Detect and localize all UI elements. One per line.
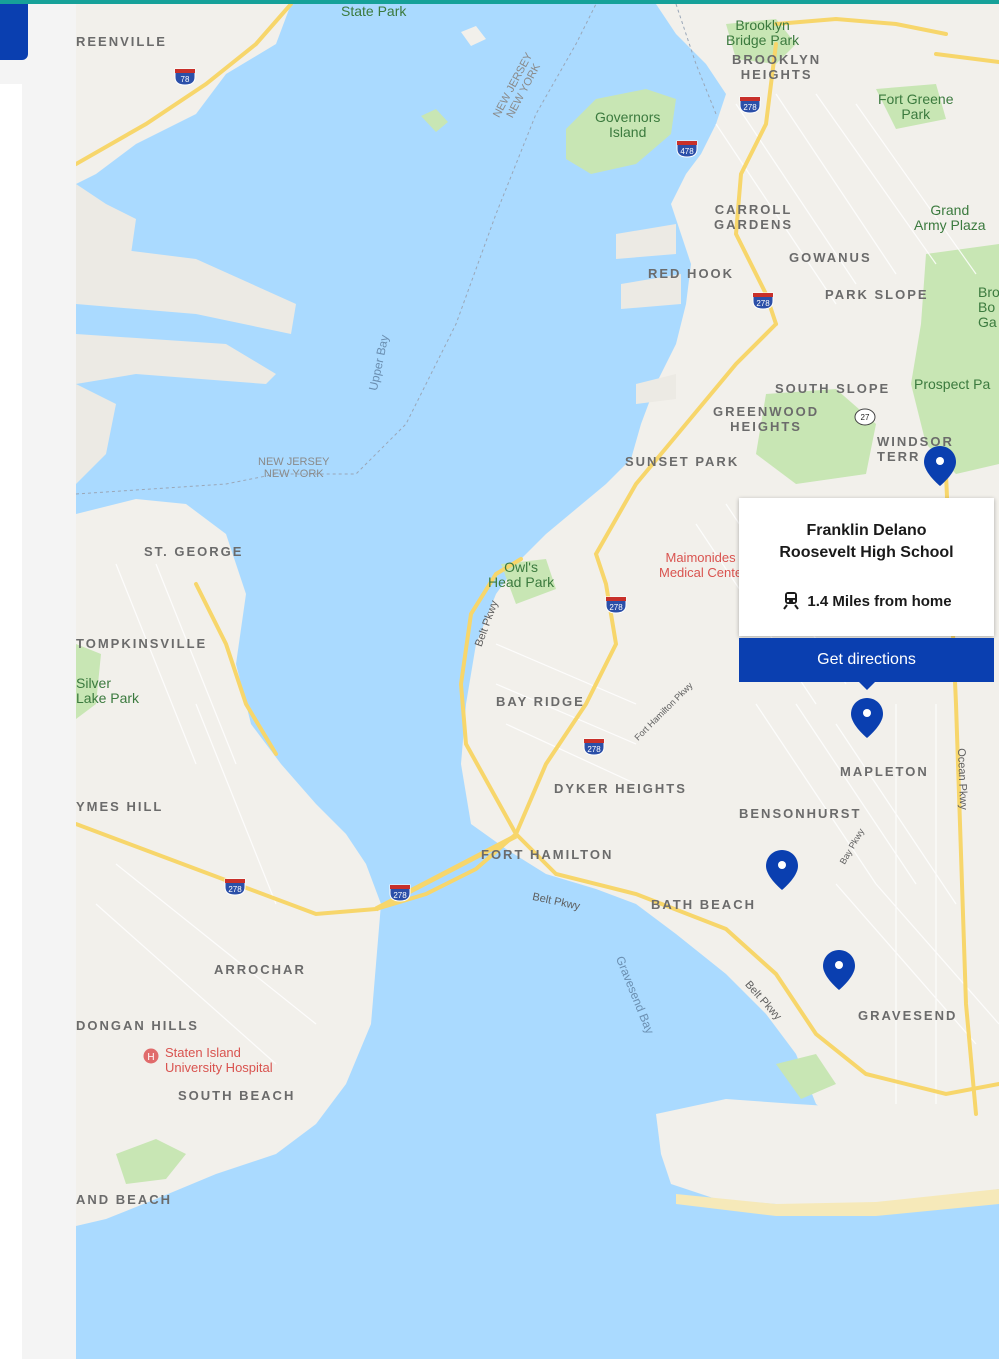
label-brooklyn-heights: BROOKLYN HEIGHTS — [732, 52, 822, 82]
label-dyker-heights: DYKER HEIGHTS — [554, 781, 687, 796]
label-prospect-park: Prospect Pa — [914, 376, 991, 392]
label-greenwood-heights: GREENWOOD HEIGHTS — [713, 404, 820, 434]
svg-text:278: 278 — [756, 299, 770, 308]
label-carroll-gardens: CARROLL GARDENS — [714, 202, 794, 232]
sidebar-panel — [0, 84, 22, 1359]
highway-shield-278: 278 — [739, 96, 761, 114]
label-dongan-hills: DONGAN HILLS — [76, 1018, 199, 1033]
label-owls-head-park: Owl's Head Park — [488, 559, 555, 590]
label-nj-ny-border-1: NEW JERSEY NEW YORK — [258, 456, 330, 480]
label-si-hospital: Staten Island University Hospital — [165, 1045, 273, 1075]
label-red-hook: RED HOOK — [648, 266, 735, 281]
label-governors-island: Governors Island — [595, 109, 661, 140]
label-greenville: REENVILLE — [76, 34, 167, 49]
popup-school-name: Franklin Delano Roosevelt High School — [779, 522, 954, 561]
label-arrochar: ARROCHAR — [214, 962, 306, 977]
label-st-george: ST. GEORGE — [144, 544, 244, 559]
label-grand-army-plaza: Grand Army Plaza — [914, 202, 986, 233]
get-directions-button[interactable]: Get directions — [739, 638, 994, 682]
popup-distance: 1.4 Miles from home — [739, 590, 994, 610]
school-map-pin[interactable] — [764, 848, 800, 892]
school-map-pin[interactable] — [922, 444, 958, 488]
highway-shield-278: 278 — [583, 738, 605, 756]
popup-card: Franklin Delano Roosevelt High School 1.… — [739, 498, 994, 636]
label-south-slope: SOUTH SLOPE — [775, 381, 891, 396]
label-midland-beach: AND BEACH — [76, 1192, 172, 1207]
svg-text:278: 278 — [587, 745, 601, 754]
label-brooklyn-botanic-garden: Bro Bo Ga — [978, 284, 999, 330]
highway-shield-278: 278 — [605, 596, 627, 614]
popup-caret — [857, 680, 877, 690]
label-fort-hamilton: FORT HAMILTON — [481, 847, 614, 862]
school-info-popup: Franklin Delano Roosevelt High School 1.… — [739, 498, 994, 690]
svg-text:278: 278 — [743, 103, 757, 112]
svg-text:478: 478 — [680, 147, 694, 156]
highway-shield-278: 278 — [752, 292, 774, 310]
sidebar-toggle-button[interactable] — [0, 4, 28, 60]
label-tompkinsville: TOMPKINSVILLE — [76, 636, 208, 651]
popup-distance-text: 1.4 Miles from home — [807, 593, 952, 610]
train-icon — [783, 592, 800, 610]
label-south-beach: SOUTH BEACH — [178, 1088, 296, 1103]
school-map-pin[interactable] — [821, 948, 857, 992]
svg-text:27: 27 — [861, 413, 870, 422]
label-bensonhurst: BENSONHURST — [739, 806, 862, 821]
svg-text:78: 78 — [181, 75, 190, 84]
label-mapleton: MAPLETON — [840, 764, 929, 779]
hospital-icon: H — [143, 1048, 159, 1064]
label-bath-beach: BATH BEACH — [651, 897, 756, 912]
svg-text:278: 278 — [228, 885, 242, 894]
svg-text:278: 278 — [609, 603, 623, 612]
label-ymes-hill: YMES HILL — [76, 799, 164, 814]
svg-text:278: 278 — [393, 891, 407, 900]
label-fort-greene-park: Fort Greene Park — [878, 91, 954, 122]
label-maimonides: Maimonides Medical Cente — [659, 550, 743, 580]
label-gravesend: GRAVESEND — [858, 1008, 958, 1023]
svg-text:H: H — [147, 1052, 154, 1063]
label-state-park: State Park — [341, 4, 407, 19]
sidebar — [0, 4, 76, 1359]
label-silver-lake-park: Silver Lake Park — [76, 675, 140, 706]
highway-shield-27: 27 — [854, 408, 876, 426]
label-bay-ridge: BAY RIDGE — [496, 694, 585, 709]
top-accent-bar — [0, 0, 999, 4]
label-park-slope: PARK SLOPE — [825, 287, 929, 302]
school-map-pin[interactable] — [849, 696, 885, 740]
label-gowanus: GOWANUS — [789, 250, 872, 265]
highway-shield-278: 278 — [224, 878, 246, 896]
label-ocean-pkwy: Ocean Pkwy — [955, 748, 970, 811]
highway-shield-78: 78 — [174, 68, 196, 86]
label-sunset-park: SUNSET PARK — [625, 454, 740, 469]
label-brooklyn-bridge-park: Brooklyn Bridge Park — [726, 17, 800, 48]
highway-shield-478: 478 — [676, 140, 698, 158]
map-canvas[interactable]: 78 278 478 278 278 278 278 278 27 REENVI… — [76, 4, 999, 1359]
highway-shield-278: 278 — [389, 884, 411, 902]
